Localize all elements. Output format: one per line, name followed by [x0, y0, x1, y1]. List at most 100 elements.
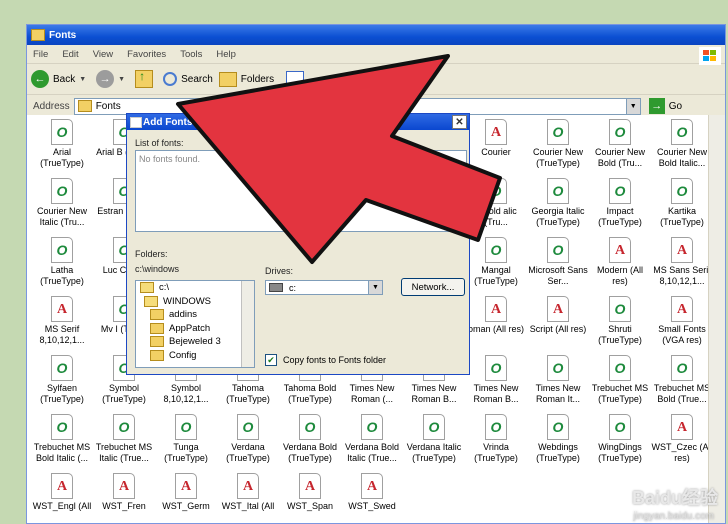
folder-tree-item[interactable]: AppPatch [140, 322, 254, 336]
font-file-item[interactable]: O Tunga (TrueType) [155, 414, 217, 464]
window-titlebar[interactable]: Fonts [27, 25, 725, 45]
font-file-label: Courier New Italic (Tru... [36, 206, 87, 227]
chevron-down-icon[interactable]: ▼ [118, 76, 125, 83]
folder-tree[interactable]: c:\ WINDOWS addins AppPatch Bejeweled 3 Confi… [135, 280, 255, 368]
search-icon [163, 72, 178, 86]
font-file-item[interactable]: A WST_Fren [93, 473, 155, 512]
opentype-font-icon: O [485, 178, 507, 204]
select-all-button[interactable]: Select [411, 194, 465, 212]
folder-tree-item[interactable]: WINDOWS [140, 295, 254, 309]
font-file-label: Impact (TrueType) [598, 206, 642, 227]
font-file-item[interactable]: O Kartika (TrueType) [651, 178, 713, 228]
font-file-item[interactable]: A Small Fonts (VGA res) [651, 296, 713, 346]
folder-up-icon[interactable] [135, 69, 154, 88]
chevron-down-icon[interactable]: ▼ [79, 76, 86, 83]
font-file-label: Mangal (TrueType) [474, 265, 518, 286]
font-file-item[interactable]: O WingDings (TrueType) [589, 414, 651, 464]
font-file-item[interactable]: A WST_Ital (All [217, 473, 279, 512]
font-file-item[interactable]: O Times New Roman It... [527, 355, 589, 405]
font-file-item[interactable]: OTimes New Roman B... [465, 355, 527, 405]
font-file-item[interactable]: O Trebuchet MS Bold Italic (... [31, 414, 93, 464]
empty-list-text: No fonts found. [139, 154, 201, 164]
network-button[interactable]: Network... [401, 278, 465, 296]
font-file-label: Times New Roman B... [411, 383, 457, 404]
font-file-item[interactable]: O Verdana Bold Italic (True... [341, 414, 403, 464]
forward-button[interactable]: → ▼ [96, 70, 129, 88]
close-icon[interactable]: ✕ [452, 115, 467, 129]
font-file-item[interactable]: O Microsoft Sans Ser... [527, 237, 589, 287]
search-button[interactable]: Search [163, 72, 213, 86]
font-file-item[interactable]: A Courier [465, 119, 527, 158]
menu-help[interactable]: Help [216, 49, 236, 60]
font-file-item[interactable]: O Latha (TrueType) [31, 237, 93, 287]
font-file-label: Small Fonts (VGA res) [658, 324, 706, 345]
font-file-item[interactable]: O Arial (TrueType) [31, 119, 93, 169]
font-file-item[interactable]: A WST_Czec (All res) [651, 414, 713, 464]
font-file-item[interactable]: A WST_Swed [341, 473, 403, 512]
font-file-label: oman (All res) [467, 324, 524, 334]
font-file-item[interactable]: Aoman (All res) [465, 296, 527, 335]
address-input[interactable]: Fonts ▼ [73, 97, 641, 115]
vertical-scrollbar[interactable] [708, 115, 725, 523]
folder-tree-item[interactable]: Bejeweled 3 [140, 335, 254, 349]
font-file-item[interactable]: O Impact (TrueType) [589, 178, 651, 228]
folders-icon [218, 71, 237, 87]
drives-select[interactable]: c: ▼ [265, 280, 383, 295]
font-file-item[interactable]: A Modern (All res) [589, 237, 651, 287]
font-file-item[interactable]: O Mangal (TrueType) [465, 237, 527, 287]
font-file-item[interactable]: O Trebuchet MS Italic (True... [93, 414, 155, 464]
font-file-item[interactable]: O Trebuchet MS (TrueType) [589, 355, 651, 405]
menu-file[interactable]: File [33, 49, 48, 60]
font-file-item[interactable]: O Verdana Bold (TrueType) [279, 414, 341, 464]
menu-view[interactable]: View [93, 49, 113, 60]
folder-tree-item[interactable]: c:\ [140, 281, 254, 295]
font-file-item[interactable]: O Webdings (TrueType) [527, 414, 589, 464]
font-file-label: Verdana Italic (TrueType) [406, 442, 462, 463]
font-file-label: WingDings (TrueType) [598, 442, 642, 463]
copy-fonts-checkbox-row[interactable]: ✔ Copy fonts to Fonts folder [265, 354, 386, 366]
font-file-item[interactable]: Oa Bold alic (Tru... [465, 178, 527, 228]
forward-arrow-icon: → [96, 70, 115, 88]
windows-logo-icon [699, 47, 721, 65]
font-file-item[interactable]: O Verdana (TrueType) [217, 414, 279, 464]
go-button[interactable]: → Go [648, 98, 682, 114]
font-file-item[interactable]: O Courier New Italic (Tru... [31, 178, 93, 228]
folder-icon [150, 336, 164, 348]
menu-favorites[interactable]: Favorites [127, 49, 166, 60]
copy-fonts-checkbox[interactable]: ✔ [265, 354, 277, 366]
font-file-item[interactable]: A WST_Span [279, 473, 341, 512]
font-file-item[interactable]: O Georgia Italic (TrueType) [527, 178, 589, 228]
chevron-down-icon[interactable]: ▼ [625, 98, 640, 114]
font-file-item[interactable]: A Script (All res) [527, 296, 589, 335]
menu-edit[interactable]: Edit [62, 49, 78, 60]
font-file-item[interactable]: O Sylfaen (TrueType) [31, 355, 93, 405]
font-file-item[interactable]: O Courier New (TrueType) [527, 119, 589, 169]
font-file-item[interactable]: A WST_Engl (All [31, 473, 93, 512]
font-file-item[interactable]: O Courier New Bold (Tru... [589, 119, 651, 169]
font-file-label: MS Serif 8,10,12,1... [39, 324, 85, 345]
dialog-titlebar[interactable]: Add Fonts ✕ [127, 114, 469, 130]
back-button[interactable]: ← Back ▼ [31, 70, 90, 88]
font-file-label: Vrinda (TrueType) [474, 442, 518, 463]
font-file-item[interactable]: O Shruti (TrueType) [589, 296, 651, 346]
opentype-font-icon: O [547, 355, 569, 381]
raster-font-icon: A [51, 473, 73, 499]
raster-font-icon: A [237, 473, 259, 499]
folder-icon [77, 100, 92, 112]
fonts-listbox[interactable]: No fonts found. [135, 150, 467, 232]
font-file-item[interactable]: O Verdana Italic (TrueType) [403, 414, 465, 464]
font-file-label: Courier New Bold Italic... [656, 147, 707, 168]
chevron-down-icon[interactable]: ▼ [368, 281, 382, 294]
font-file-item[interactable]: A WST_Germ [155, 473, 217, 512]
font-file-item[interactable]: A MS Serif 8,10,12,1... [31, 296, 93, 346]
font-file-item[interactable]: O Vrinda (TrueType) [465, 414, 527, 464]
folder-tree-item[interactable]: Config [140, 349, 254, 363]
font-file-item[interactable]: O Trebuchet MS Bold (True... [651, 355, 713, 405]
tree-scrollbar[interactable] [241, 281, 254, 367]
font-file-item[interactable]: A MS Sans Serif 8,10,12,1... [651, 237, 713, 287]
menu-tools[interactable]: Tools [180, 49, 202, 60]
folders-button[interactable]: Folders [218, 71, 274, 87]
folder-tree-item[interactable]: addins [140, 308, 254, 322]
views-icon[interactable] [286, 71, 305, 87]
font-file-item[interactable]: O Courier New Bold Italic... [651, 119, 713, 169]
